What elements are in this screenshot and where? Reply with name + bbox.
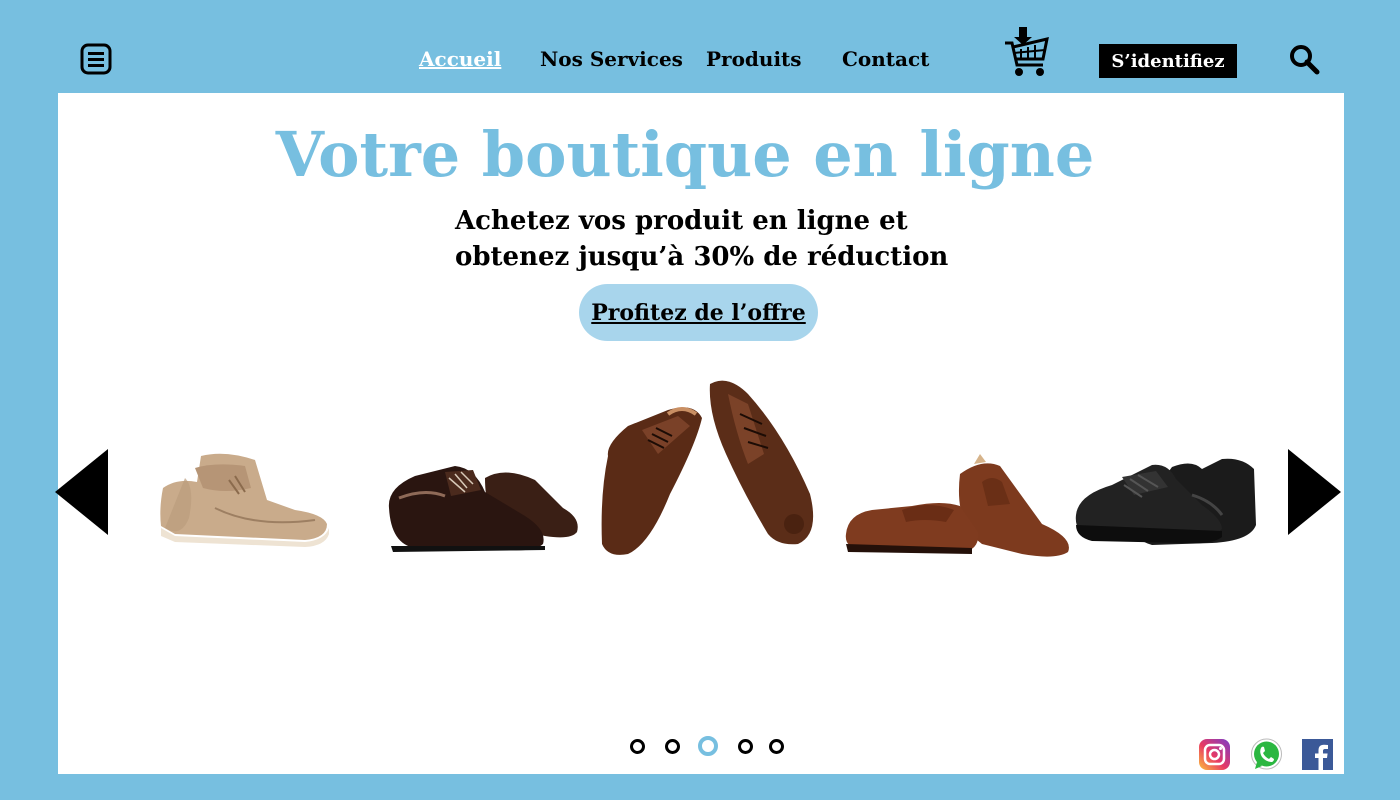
hero-title: Votre boutique en ligne [275, 118, 1095, 191]
carousel-dot-5[interactable] [769, 739, 784, 754]
menu-icon[interactable] [80, 43, 112, 75]
carousel-dot-2[interactable] [665, 739, 680, 754]
hero-subtitle: Achetez vos produit en ligne et obtenez … [455, 203, 948, 275]
offer-button[interactable]: Profitez de l’offre [579, 284, 818, 341]
search-icon[interactable] [1288, 43, 1320, 75]
whatsapp-icon[interactable] [1250, 738, 1283, 771]
carousel-prev-arrow-icon[interactable] [55, 449, 108, 535]
carousel-dot-3[interactable] [698, 736, 718, 756]
nav-nos-services[interactable]: Nos Services [540, 47, 683, 71]
carousel-dot-4[interactable] [738, 739, 753, 754]
nav-contact[interactable]: Contact [842, 47, 929, 71]
nav-accueil[interactable]: Accueil [419, 47, 501, 71]
product-black-oxford-shoe[interactable] [385, 458, 583, 562]
facebook-icon[interactable] [1301, 738, 1334, 771]
product-black-sneaker[interactable] [1072, 455, 1260, 555]
instagram-icon[interactable] [1198, 738, 1231, 771]
nav-produits[interactable]: Produits [706, 47, 802, 71]
product-brown-brogue-shoe[interactable] [598, 374, 820, 564]
hero-subtitle-line2: obtenez jusqu’à 30% de réduction [455, 242, 949, 272]
product-suede-chukka-boot[interactable] [155, 448, 331, 554]
hero-subtitle-line1: Achetez vos produit en ligne et [455, 206, 908, 236]
product-brown-penny-loafer[interactable] [842, 454, 1072, 564]
carousel-next-arrow-icon[interactable] [1288, 449, 1341, 535]
cart-icon[interactable] [1003, 25, 1051, 79]
carousel-dot-1[interactable] [630, 739, 645, 754]
login-button[interactable]: S’identifiez [1099, 44, 1237, 78]
